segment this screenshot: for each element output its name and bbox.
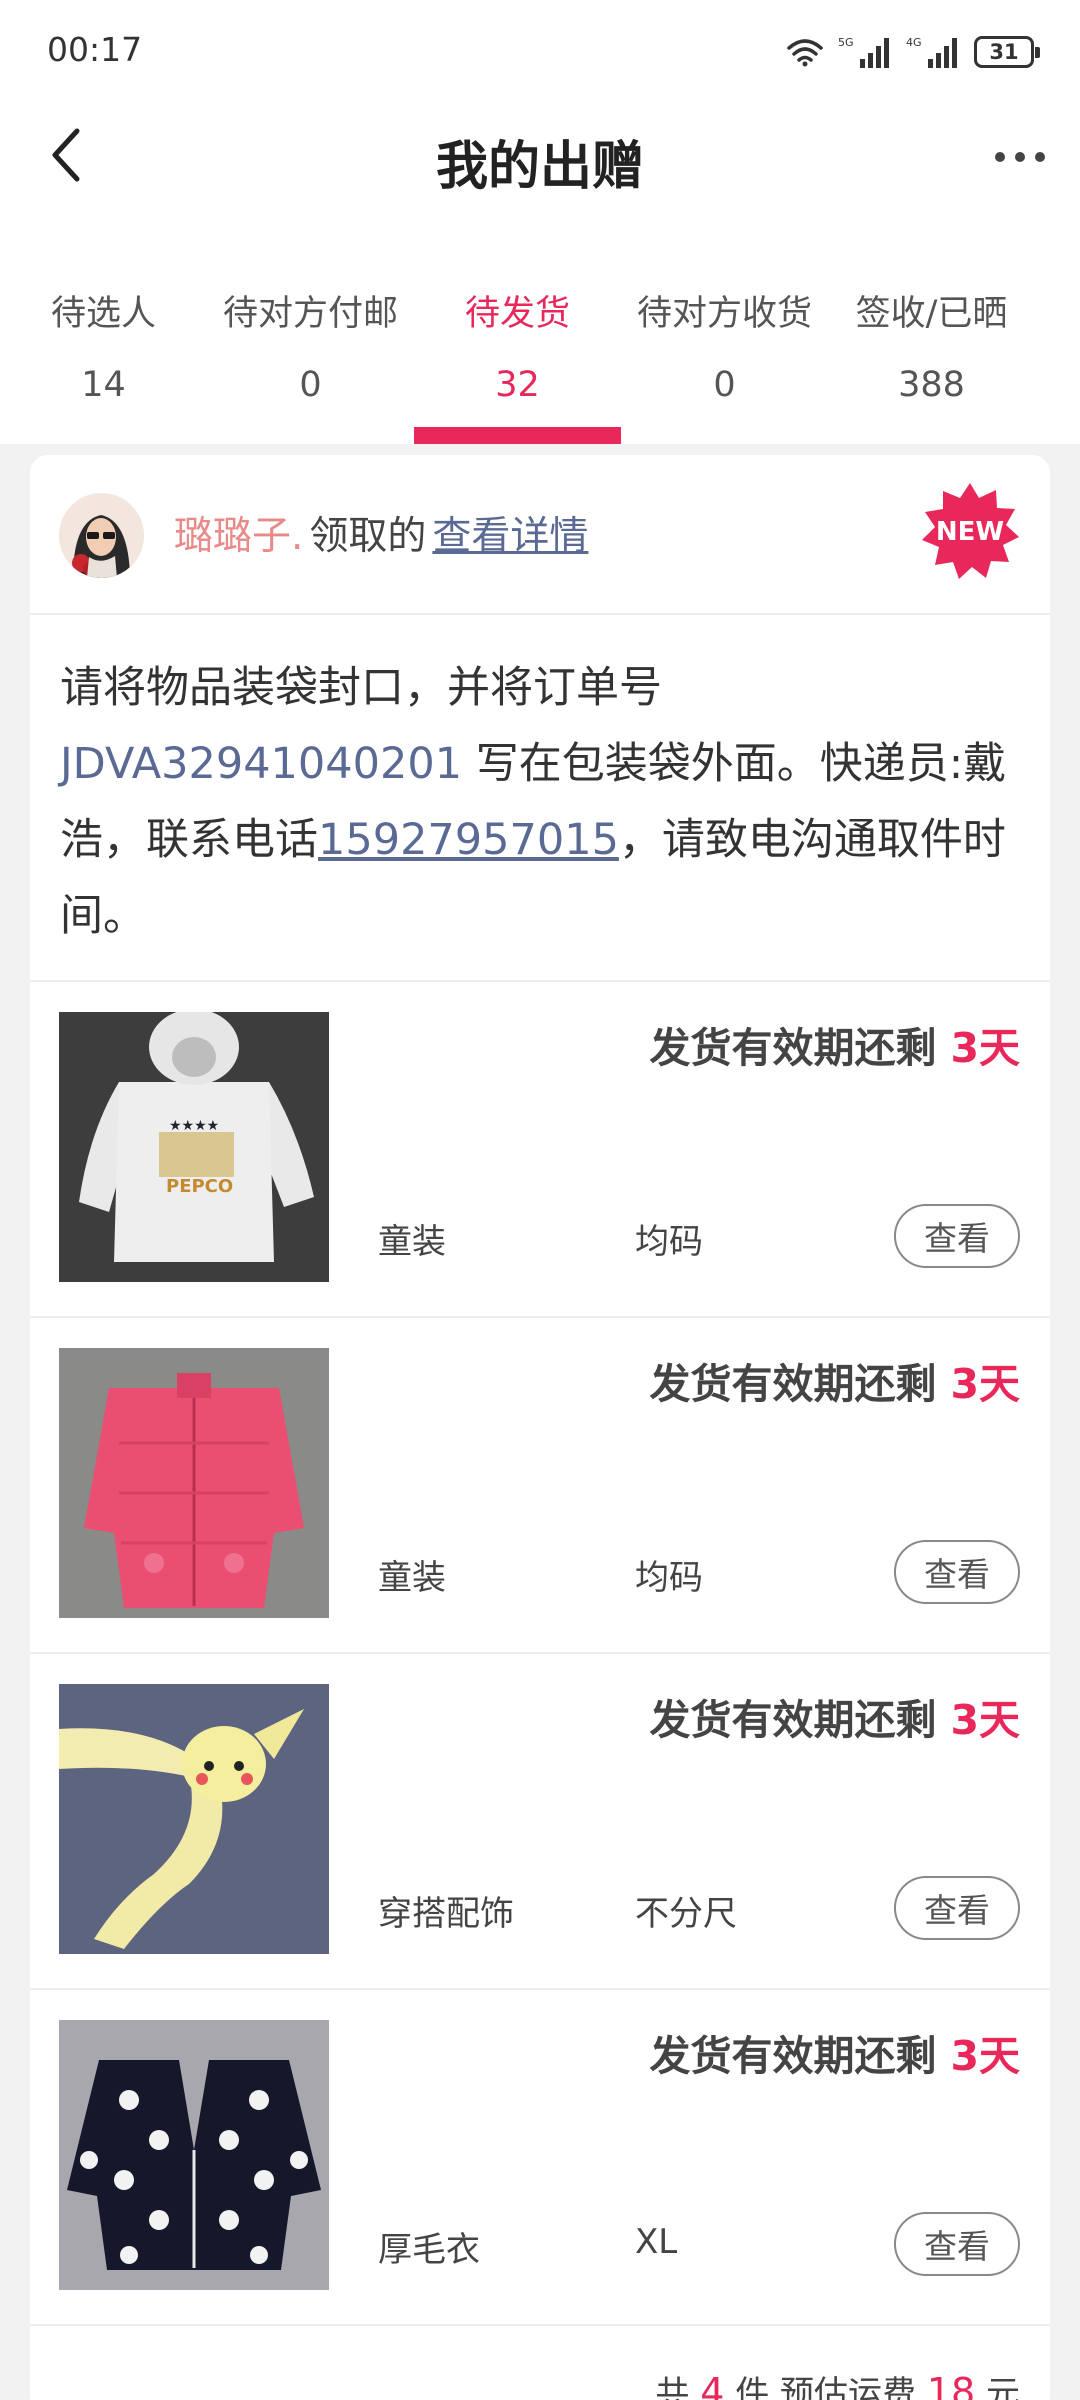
tab-label: 待对方付邮 (222, 294, 398, 334)
item-size: 不分尺 (635, 1894, 737, 1934)
item-size: XL (635, 2222, 678, 2262)
summary-fee-unit: 元 (986, 2374, 1020, 2400)
yellow-scarf-image (59, 1684, 329, 1954)
deadline-label: 发货有效期还剩 (649, 1024, 937, 1072)
signal-4g-icon: 4G (906, 36, 957, 68)
pink-puffer-jacket-image (59, 1348, 329, 1618)
more-options-button[interactable] (980, 122, 1060, 192)
status-icons: 5G 4G 31 (786, 34, 1040, 70)
deadline-label: 发货有效期还剩 (649, 1360, 937, 1408)
view-item-button[interactable]: 查看 (894, 2212, 1020, 2276)
deadline-days: 3天 (950, 1024, 1020, 1072)
white-hoodie-image: PEPCO ★★★★ (59, 1012, 329, 1282)
tab-pending-postage[interactable]: 待对方付邮 0 (207, 270, 414, 444)
tab-label: 签收/已晒 (855, 294, 1008, 334)
tab-label: 待对方收货 (636, 294, 812, 334)
list-item: 发货有效期还剩 3天 童装 均码 查看 (30, 1316, 1050, 1652)
view-item-button[interactable]: 查看 (894, 1876, 1020, 1940)
item-count: 4 (700, 2370, 725, 2400)
list-item: 发货有效期还剩 3天 厚毛衣 XL 查看 (30, 1988, 1050, 2324)
polka-dot-cardigan-image (59, 2020, 329, 2290)
deadline-label: 发货有效期还剩 (649, 2032, 937, 2080)
receiver-name[interactable]: 璐璐子. (174, 514, 303, 559)
notice-text: 请将物品装袋封口，并将订单号 (60, 663, 662, 713)
tab-pending-shipment[interactable]: 待发货 32 (414, 270, 621, 444)
new-badge: NEW (920, 481, 1020, 581)
order-number: JDVA32941040201 (60, 739, 463, 789)
view-item-button[interactable]: 查看 (894, 1204, 1020, 1268)
tab-received[interactable]: 签收/已晒 388 (828, 270, 1035, 444)
order-card-header: 璐璐子. 领取的 查看详情 NEW (30, 455, 1050, 615)
item-category: 厚毛衣 (378, 2230, 480, 2270)
item-photo[interactable]: PEPCO ★★★★ (59, 1012, 329, 1282)
avatar[interactable] (59, 493, 144, 578)
receiver-line: 璐璐子. 领取的 查看详情 (174, 505, 588, 561)
more-dot-icon (1035, 152, 1045, 162)
item-list: PEPCO ★★★★ 发货有效期还剩 3天 童装 均码 查看 发货有效期还剩 3… (30, 980, 1050, 2324)
tab-pending-receipt[interactable]: 待对方收货 0 (621, 270, 828, 444)
tab-label: 待发货 (464, 294, 570, 334)
status-time: 00:17 (47, 30, 143, 69)
ship-deadline: 发货有效期还剩 3天 (649, 1350, 1020, 1410)
wifi-icon (787, 39, 823, 67)
signal-4g-label: 4G (906, 36, 922, 49)
nav-bar: 我的出赠 (0, 100, 1080, 215)
deadline-days: 3天 (950, 1696, 1020, 1744)
svg-text:★★★★: ★★★★ (169, 1118, 219, 1134)
new-badge-label: NEW (935, 517, 1005, 547)
item-photo[interactable] (59, 1348, 329, 1618)
item-category: 穿搭配饰 (378, 1894, 514, 1934)
tab-count: 388 (898, 365, 965, 405)
active-tab-indicator (414, 427, 621, 444)
tab-count: 0 (713, 365, 736, 405)
avatar-image (59, 493, 144, 578)
header-area: 00:17 5G 4G 31 我的出赠 待选人 14 待对方付邮 0 待发货 3… (0, 0, 1080, 444)
item-photo[interactable] (59, 2020, 329, 2290)
status-tabs: 待选人 14 待对方付邮 0 待发货 32 待对方收货 0 签收/已晒 388 (0, 270, 1080, 444)
signal-5g-icon: 5G (838, 36, 889, 68)
shipping-instructions: 请将物品装袋封口，并将订单号 JDVA32941040201 写在包装袋外面。快… (60, 650, 1020, 954)
deadline-days: 3天 (950, 1360, 1020, 1408)
item-category: 童装 (378, 1222, 446, 1262)
tab-pending-select[interactable]: 待选人 14 (0, 270, 207, 444)
view-item-button[interactable]: 查看 (894, 1540, 1020, 1604)
view-details-link[interactable]: 查看详情 (432, 514, 588, 559)
deadline-label: 发货有效期还剩 (649, 1696, 937, 1744)
ship-deadline: 发货有效期还剩 3天 (649, 1686, 1020, 1746)
summary-prefix: 共 (655, 2374, 690, 2400)
summary-text: 共 4 件 预估运费 18 元 (655, 2366, 1020, 2400)
signal-5g-label: 5G (838, 36, 854, 49)
item-category: 童装 (378, 1558, 446, 1598)
battery-level: 31 (989, 40, 1019, 64)
tab-count: 14 (81, 365, 126, 405)
shipping-fee: 18 (926, 2370, 976, 2400)
svg-text:PEPCO: PEPCO (166, 1176, 233, 1197)
more-dot-icon (1015, 152, 1025, 162)
receiver-suffix: 领取的 (309, 514, 427, 559)
tab-count: 32 (495, 365, 540, 405)
order-summary: 共 4 件 预估运费 18 元 (30, 2324, 1050, 2400)
item-photo[interactable] (59, 1684, 329, 1954)
item-size: 均码 (635, 1558, 703, 1598)
list-item: PEPCO ★★★★ 发货有效期还剩 3天 童装 均码 查看 (30, 980, 1050, 1316)
tab-label: 待选人 (50, 294, 156, 334)
courier-phone-link[interactable]: 15927957015 (318, 815, 619, 865)
item-size: 均码 (635, 1222, 703, 1262)
more-dot-icon (995, 152, 1005, 162)
ship-deadline: 发货有效期还剩 3天 (649, 1014, 1020, 1074)
deadline-days: 3天 (950, 2032, 1020, 2080)
tab-count: 0 (299, 365, 322, 405)
status-bar: 00:17 5G 4G 31 (0, 0, 1080, 100)
battery-icon: 31 (974, 36, 1040, 68)
summary-count-unit: 件 预估运费 (735, 2374, 917, 2400)
order-card: 璐璐子. 领取的 查看详情 NEW 请将物品装袋封口，并将订单号 JDVA32941… (30, 455, 1050, 2400)
list-item: 发货有效期还剩 3天 穿搭配饰 不分尺 查看 (30, 1652, 1050, 1988)
page-title: 我的出赠 (435, 137, 644, 197)
ship-deadline: 发货有效期还剩 3天 (649, 2022, 1020, 2082)
